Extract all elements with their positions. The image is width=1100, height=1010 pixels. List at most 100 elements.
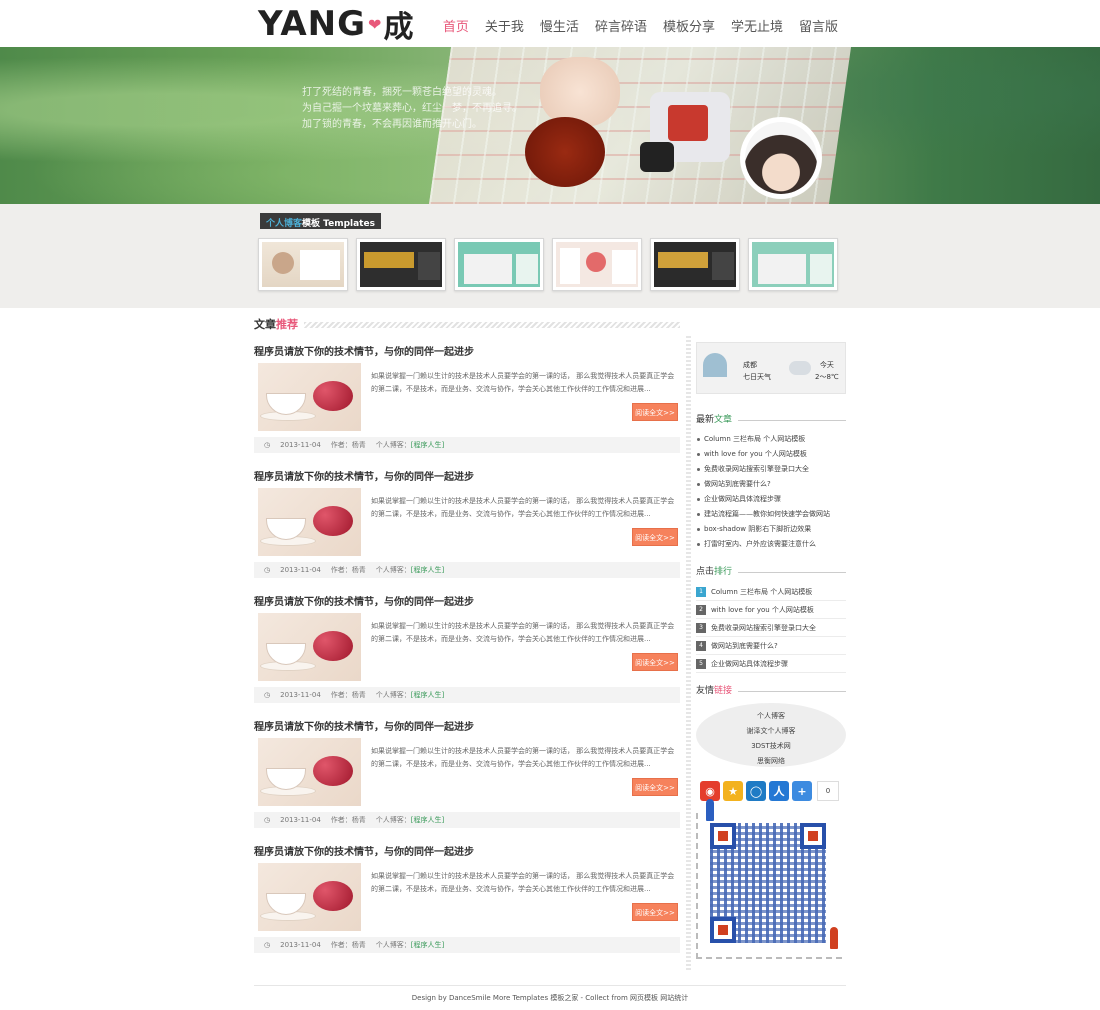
nav-slow-life[interactable]: 慢生活 xyxy=(540,16,579,35)
article-category[interactable]: [程序人生] xyxy=(411,816,444,824)
article-thumbnail[interactable] xyxy=(258,363,361,431)
friend-link[interactable]: 3DST技术网 xyxy=(696,739,846,754)
article-date: 2013-11-04 xyxy=(280,441,321,449)
rank-number: 1 xyxy=(696,586,706,597)
article-category[interactable]: [程序人生] xyxy=(411,691,444,699)
template-thumbnail[interactable] xyxy=(748,238,838,291)
share-bar: ◉ ★ ◯ 人 + 0 xyxy=(696,781,846,801)
weibo-icon[interactable]: ◉ xyxy=(700,781,720,801)
latest-item[interactable]: 企业做网站具体流程步骤 xyxy=(696,492,846,507)
template-thumbnail[interactable] xyxy=(650,238,740,291)
friend-link[interactable]: 思衡网络 xyxy=(696,754,846,769)
latest-item[interactable]: box-shadow 阴影右下脚折边效果 xyxy=(696,522,846,537)
read-more-button[interactable]: 阅读全文>> xyxy=(632,903,678,921)
ranking-item[interactable]: 3 免费收录网站搜索引擎登录口大全 xyxy=(696,619,846,637)
ranking-item[interactable]: 2 with love for you 个人网站模板 xyxy=(696,601,846,619)
article-thumbnail[interactable] xyxy=(258,488,361,556)
article-card: 程序员请放下你的技术情节，与你的同伴一起进步 如果说掌握一门赖以生计的技术是技术… xyxy=(254,843,680,953)
nav-learning[interactable]: 学无止境 xyxy=(731,16,783,35)
weather-today: 今天 xyxy=(819,361,834,369)
article-date: 2013-11-04 xyxy=(280,566,321,574)
person-icon xyxy=(830,927,838,949)
weather-city: 成都 xyxy=(743,361,757,369)
nav-about[interactable]: 关于我 xyxy=(485,16,524,35)
article-author: 作者：杨青 xyxy=(330,816,366,824)
ranking-heading-highlight: 排行 xyxy=(714,567,733,577)
article-title[interactable]: 程序员请放下你的技术情节，与你的同伴一起进步 xyxy=(254,843,680,858)
article-title[interactable]: 程序员请放下你的技术情节，与你的同伴一起进步 xyxy=(254,718,680,733)
article-author: 作者：杨青 xyxy=(330,691,366,699)
article-category[interactable]: [程序人生] xyxy=(411,441,444,449)
avatar-image xyxy=(745,122,817,194)
latest-item[interactable]: 做网站到底需要什么? xyxy=(696,477,846,492)
template-thumbnail[interactable] xyxy=(454,238,544,291)
heading-line xyxy=(738,419,846,421)
latest-item[interactable]: 建站流程篇——教你如何快速学会做网站 xyxy=(696,507,846,522)
avatar[interactable] xyxy=(740,117,822,199)
templates-title: 个人博客模板 Templates xyxy=(260,213,381,229)
article-category[interactable]: [程序人生] xyxy=(411,941,444,949)
friend-link[interactable]: 个人博客 xyxy=(696,709,846,724)
nav-guestbook[interactable]: 留言版 xyxy=(799,16,838,35)
rank-label: 免费收录网站搜索引擎登录口大全 xyxy=(711,623,816,632)
read-more-button[interactable]: 阅读全文>> xyxy=(632,653,678,671)
article-title[interactable]: 程序员请放下你的技术情节，与你的同伴一起进步 xyxy=(254,593,680,608)
share-more-icon[interactable]: + xyxy=(792,781,812,801)
article-excerpt: 如果说掌握一门赖以生计的技术是技术人员要学会的第一课的话， 那么我觉得技术人员要… xyxy=(371,747,675,768)
article-date: 2013-11-04 xyxy=(280,816,321,824)
clock-icon: ◷ xyxy=(264,691,271,699)
read-more-button[interactable]: 阅读全文>> xyxy=(632,778,678,796)
rank-number: 3 xyxy=(696,622,706,633)
latest-item[interactable]: Column 三栏布局 个人网站模板 xyxy=(696,432,846,447)
friend-link[interactable]: 谢泽文个人博客 xyxy=(696,724,846,739)
article-card: 程序员请放下你的技术情节，与你的同伴一起进步 如果说掌握一门赖以生计的技术是技术… xyxy=(254,593,680,703)
ranking-list: 1 Column 三栏布局 个人网站模板 2 with love for you 个… xyxy=(696,583,846,673)
renren-icon[interactable]: 人 xyxy=(769,781,789,801)
read-more-button[interactable]: 阅读全文>> xyxy=(632,403,678,421)
nav-home[interactable]: 首页 xyxy=(443,16,469,35)
banner-line: 加了锁的青春，不会再因谁而推开心门。 xyxy=(302,119,482,130)
latest-item[interactable]: 免费收录网站搜索引擎登录口大全 xyxy=(696,462,846,477)
article-card: 程序员请放下你的技术情节，与你的同伴一起进步 如果说掌握一门赖以生计的技术是技术… xyxy=(254,343,680,453)
latest-item[interactable]: 打雷时室内、户外应该需要注意什么 xyxy=(696,537,846,552)
hero-banner: 打了死结的青春，捆死一颗苍白绝望的灵魂。 为自己掘一个坟墓来葬心，红尘一梦，不再… xyxy=(0,47,1100,204)
article-title[interactable]: 程序员请放下你的技术情节，与你的同伴一起进步 xyxy=(254,468,680,483)
clock-icon: ◷ xyxy=(264,941,271,949)
rank-label: with love for you 个人网站模板 xyxy=(711,605,814,614)
banner-quote: 打了死结的青春，捆死一颗苍白绝望的灵魂。 为自己掘一个坟墓来葬心，红尘一梦，不再… xyxy=(302,85,522,133)
heart-icon: ❤ xyxy=(368,14,382,34)
rank-label: Column 三栏布局 个人网站模板 xyxy=(711,587,813,596)
nav-templates[interactable]: 模板分享 xyxy=(663,16,715,35)
banner-line: 打了死结的青春，捆死一颗苍白绝望的灵魂。 xyxy=(302,87,502,98)
article-thumbnail[interactable] xyxy=(258,863,361,931)
latest-item[interactable]: with love for you 个人网站模板 xyxy=(696,447,846,462)
template-thumbnail[interactable] xyxy=(552,238,642,291)
ranking-heading: 点击 排行 xyxy=(696,566,846,578)
latest-heading-highlight: 文章 xyxy=(714,415,733,425)
friends-heading-highlight: 链接 xyxy=(714,686,733,696)
read-more-button[interactable]: 阅读全文>> xyxy=(632,528,678,546)
heading-rule xyxy=(304,322,680,328)
logo-text: YANG xyxy=(258,4,367,44)
ranking-heading-main: 点击 xyxy=(696,567,715,577)
article-category[interactable]: [程序人生] xyxy=(411,566,444,574)
ranking-item[interactable]: 5 企业做网站具体流程步骤 xyxy=(696,655,846,673)
article-thumbnail[interactable] xyxy=(258,613,361,681)
latest-heading-main: 最新 xyxy=(696,415,715,425)
nav-chatter[interactable]: 碎言碎语 xyxy=(595,16,647,35)
articles-section: 文章 推荐 程序员请放下你的技术情节，与你的同伴一起进步 如果说掌握一门赖以生计的… xyxy=(254,318,680,953)
ranking-item[interactable]: 4 做网站到底需要什么? xyxy=(696,637,846,655)
heading-line xyxy=(738,571,846,573)
rank-number: 2 xyxy=(696,604,706,615)
article-title[interactable]: 程序员请放下你的技术情节，与你的同伴一起进步 xyxy=(254,343,680,358)
ranking-item[interactable]: 1 Column 三栏布局 个人网站模板 xyxy=(696,583,846,601)
article-category-label: 个人博客： xyxy=(375,941,411,949)
template-thumbnail[interactable] xyxy=(258,238,348,291)
qzone-icon[interactable]: ★ xyxy=(723,781,743,801)
article-thumbnail[interactable] xyxy=(258,738,361,806)
site-logo[interactable]: YANG ❤ 成 xyxy=(258,4,413,45)
qr-code xyxy=(696,799,842,959)
template-thumbnail[interactable] xyxy=(356,238,446,291)
tencent-weibo-icon[interactable]: ◯ xyxy=(746,781,766,801)
site-footer: Design by DanceSmile More Templates 模板之家… xyxy=(411,994,689,1002)
